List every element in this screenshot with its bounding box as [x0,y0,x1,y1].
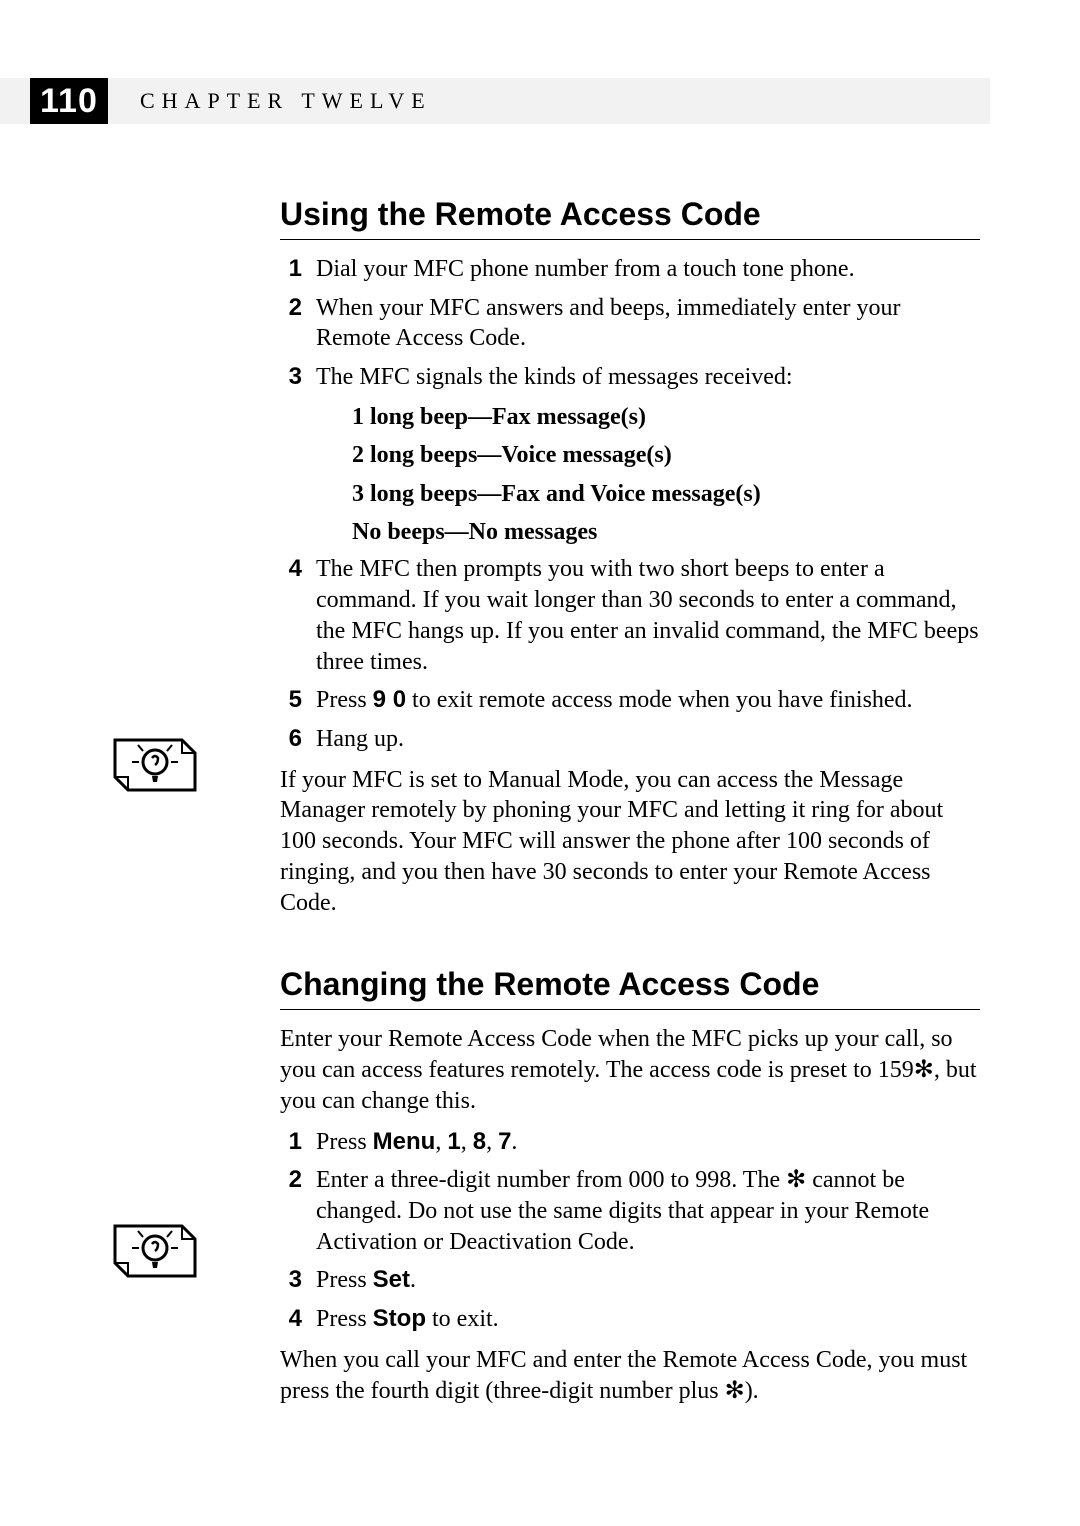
step-text: The MFC then prompts you with two short … [316,554,980,677]
step-3: 3 The MFC signals the kinds of messages … [280,362,980,393]
step-6: 6 Hang up. [280,724,980,755]
step-number: 3 [280,1265,302,1296]
beep-signal-1: 1 long beep—Fax message(s) [352,401,980,433]
text: Press [316,1129,373,1155]
content: Using the Remote Access Code 1 Dial your… [280,196,980,1416]
note-fourth-digit: When you call your MFC and enter the Rem… [280,1345,980,1406]
star-symbol: ✻ [914,1057,934,1083]
text: to exit remote access mode when you have… [406,687,913,713]
step-text: The MFC signals the kinds of messages re… [316,362,980,393]
heading-rule [280,1009,980,1010]
text: Press [316,1267,373,1293]
step-1: 1 Dial your MFC phone number from a touc… [280,254,980,285]
note-manual-mode: If your MFC is set to Manual Mode, you c… [280,765,980,919]
beep-signal-3: 3 long beeps—Fax and Voice message(s) [352,478,980,510]
text: Press [316,1306,373,1332]
star-symbol: ✻ [725,1378,745,1404]
tip-icon [110,1216,200,1286]
heading-rule [280,239,980,240]
page-number: 110 [30,78,108,124]
step-5: 5 Press 9 0 to exit remote access mode w… [280,685,980,716]
text: to exit. [426,1306,499,1332]
chapter-label: CHAPTER TWELVE [140,78,432,124]
text: , [486,1129,498,1155]
step-number: 2 [280,293,302,354]
step-text: When your MFC answers and beeps, immedia… [316,293,980,354]
key-9-0: 9 0 [373,686,406,713]
step-2: 2 When your MFC answers and beeps, immed… [280,293,980,354]
text: , [435,1129,447,1155]
text: When you call your MFC and enter the Rem… [280,1347,967,1404]
key-1: 1 [447,1128,460,1155]
step-number: 3 [280,362,302,393]
step-3: 3 Press Set. [280,1265,980,1296]
step-text: Enter a three-digit number from 000 to 9… [316,1165,980,1257]
step-4: 4 Press Stop to exit. [280,1304,980,1335]
step-text: Press 9 0 to exit remote access mode whe… [316,685,980,716]
tip-icon [110,730,200,800]
step-number: 5 [280,685,302,716]
step-number: 4 [280,1304,302,1335]
key-set: Set [373,1266,410,1293]
text: Enter a three-digit number from 000 to 9… [316,1167,786,1193]
key-menu: Menu [373,1128,436,1155]
key-stop: Stop [373,1305,426,1332]
step-number: 1 [280,254,302,285]
step-text: Hang up. [316,724,980,755]
text: ). [745,1378,759,1404]
intro-paragraph: Enter your Remote Access Code when the M… [280,1024,980,1116]
section-heading-changing: Changing the Remote Access Code [280,966,980,1003]
step-number: 4 [280,554,302,677]
key-7: 7 [498,1128,511,1155]
step-4: 4 The MFC then prompts you with two shor… [280,554,980,677]
beep-signal-2: 2 long beeps—Voice message(s) [352,439,980,471]
text: Enter your Remote Access Code when the M… [280,1026,953,1083]
text: Press [316,687,373,713]
step-text: Dial your MFC phone number from a touch … [316,254,980,285]
step-number: 1 [280,1127,302,1158]
star-symbol: ✻ [786,1167,806,1193]
page: 110 CHAPTER TWELVE [0,0,1080,1526]
step-2: 2 Enter a three-digit number from 000 to… [280,1165,980,1257]
step-1: 1 Press Menu, 1, 8, 7. [280,1127,980,1158]
step-text: Press Menu, 1, 8, 7. [316,1127,980,1158]
text: . [410,1267,416,1293]
step-number: 6 [280,724,302,755]
text: . [511,1129,517,1155]
beep-signal-4: No beeps—No messages [352,516,980,548]
step-text: Press Stop to exit. [316,1304,980,1335]
text: , [461,1129,473,1155]
key-8: 8 [473,1128,486,1155]
section-heading-using: Using the Remote Access Code [280,196,980,233]
step-text: Press Set. [316,1265,980,1296]
step-number: 2 [280,1165,302,1257]
